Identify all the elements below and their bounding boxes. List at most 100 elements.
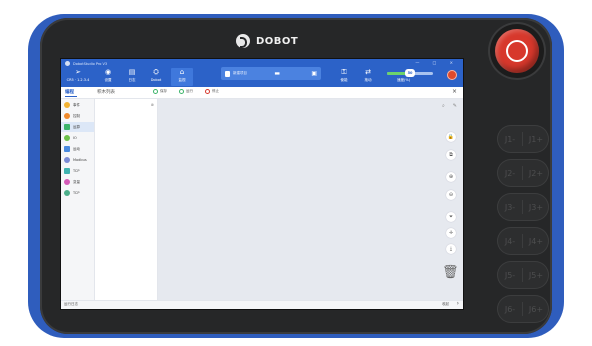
jog-plus-key[interactable]: J4+ <box>523 227 549 255</box>
alarm-icon[interactable] <box>447 70 457 80</box>
block-category-list: 事件 控制 运算 IO 运动 Modbus TCP 变量 TCP <box>61 99 95 300</box>
jog-minus-key[interactable]: J5- <box>497 261 523 289</box>
search-icon[interactable]: ⌕ <box>442 103 445 109</box>
tcp-icon <box>64 168 70 174</box>
document-icon <box>225 70 230 77</box>
connection-button[interactable]: ➢ CR5 · 1.2.3.4 <box>63 68 93 86</box>
motion-icon <box>64 146 70 152</box>
toolbar-item-settings[interactable]: ◉ 设置 <box>97 68 119 86</box>
toolbar-label: Dobot <box>150 78 162 82</box>
jog-minus-key[interactable]: J4- <box>497 227 523 255</box>
program-canvas[interactable]: ⌕ ✎ 🔒 ⧉ ⊕ ⊖ ⏷ ✛ ⤓ 🗑 <box>158 99 463 300</box>
brand-logo: DOBOT <box>236 32 298 50</box>
center-icon[interactable]: ✛ <box>446 228 456 238</box>
collapse-log-button[interactable]: 收起 <box>442 302 449 307</box>
jog-key-pair: J1- J1+ <box>497 125 549 153</box>
jog-key-pair: J4- J4+ <box>497 227 549 255</box>
save-action[interactable]: 保存 <box>153 89 167 94</box>
category-label: 控制 <box>73 113 80 118</box>
tcp-icon <box>64 190 70 196</box>
jog-key-pair: J5- J5+ <box>497 261 549 289</box>
tab-blocks-list[interactable]: 积木列表 <box>97 89 115 95</box>
category-io[interactable]: IO <box>61 133 94 143</box>
close-icon[interactable]: × <box>452 88 457 95</box>
jog-plus-key[interactable]: J2+ <box>523 159 549 187</box>
jog-minus-key[interactable]: J1- <box>497 125 523 153</box>
category-modbus[interactable]: Modbus <box>61 155 94 165</box>
collapse-icon[interactable]: ⊗ <box>151 102 154 107</box>
toolbar-label: 监视 <box>178 78 186 82</box>
speed-slider[interactable]: 50 速度(%) <box>387 69 433 82</box>
stop-label: 停止 <box>212 89 219 93</box>
log-icon: ▤ <box>128 68 136 76</box>
download-icon[interactable]: ⤓ <box>446 244 456 254</box>
run-action[interactable]: 运行 <box>179 89 193 94</box>
save-icon <box>153 89 158 94</box>
category-label: Modbus <box>73 158 87 162</box>
brand-name: DOBOT <box>256 35 299 47</box>
category-label: 变量 <box>73 179 80 184</box>
category-operator[interactable]: 运算 <box>61 122 94 132</box>
tab-row: 编程 积木列表 保存 运行 停止 × <box>61 87 463 99</box>
io-icon <box>64 135 70 141</box>
jog-plus-key[interactable]: J6+ <box>523 295 549 323</box>
project-selector[interactable]: 新建项目 ▬ ▣ <box>221 67 321 80</box>
trash-icon[interactable]: 🗑 <box>442 266 459 280</box>
jog-plus-key[interactable]: J3+ <box>523 193 549 221</box>
folder-icon[interactable]: ▬ <box>274 70 280 77</box>
connection-label: CR5 · 1.2.3.4 <box>66 78 90 82</box>
app-title-bar: DobotStudio Pro V3 <box>65 61 107 66</box>
jog-plus-key[interactable]: J5+ <box>523 261 549 289</box>
window-controls[interactable]: — □ × <box>415 60 459 65</box>
jog-minus-key[interactable]: J3- <box>497 193 523 221</box>
category-control[interactable]: 控制 <box>61 111 94 121</box>
pendant-photo: • • • • DOBOT DobotStudio Pro V3 — □ × ➢… <box>0 0 592 346</box>
toolbar-item-enable[interactable]: ⚿ 使能 <box>333 68 355 86</box>
category-variable[interactable]: 变量 <box>61 177 94 187</box>
project-name: 新建项目 <box>233 71 247 75</box>
category-tcp[interactable]: TCP <box>61 166 94 176</box>
toolbar-item-dobot[interactable]: ⛭ Dobot <box>145 68 167 86</box>
jog-minus-key[interactable]: J6- <box>497 295 523 323</box>
run-log-label[interactable]: 运行日志 <box>64 302 78 307</box>
operator-icon <box>64 124 70 130</box>
stop-action[interactable]: 停止 <box>205 89 219 94</box>
zoom-out-icon[interactable]: ⊖ <box>446 190 456 200</box>
copy-icon[interactable]: ⧉ <box>446 150 456 160</box>
lock-icon[interactable]: 🔒 <box>446 132 456 142</box>
edit-icon[interactable]: ✎ <box>453 103 457 109</box>
jog-plus-key[interactable]: J1+ <box>523 125 549 153</box>
enable-icon: ⚿ <box>341 68 347 76</box>
filter-icon[interactable]: ⏷ <box>446 212 456 222</box>
toolbar-label: 日志 <box>128 78 136 82</box>
toolbar-label: 设置 <box>104 78 112 82</box>
category-tcp-2[interactable]: TCP <box>61 188 94 198</box>
tab-programming[interactable]: 编程 <box>65 89 74 95</box>
toolbar-item-monitor[interactable]: ⌂ 监视 <box>171 68 193 86</box>
stop-icon <box>205 89 210 94</box>
app-title: DobotStudio Pro V3 <box>73 61 108 66</box>
settings-icon: ◉ <box>104 68 112 76</box>
zoom-in-icon[interactable]: ⊕ <box>446 172 456 182</box>
toolbar-item-log[interactable]: ▤ 日志 <box>121 68 143 86</box>
jog-key-pair: J3- J3+ <box>497 193 549 221</box>
category-motion[interactable]: 运动 <box>61 144 94 154</box>
speed-knob[interactable]: 50 <box>405 69 415 77</box>
chevron-right-icon[interactable]: › <box>457 300 459 307</box>
dobot-logo-icon <box>236 34 250 48</box>
log-bar: 运行日志 收起 › <box>61 300 463 309</box>
speed-label: 速度(%) <box>397 78 411 82</box>
blocks-panel: ⊗ <box>95 99 158 300</box>
jog-minus-key[interactable]: J2- <box>497 159 523 187</box>
toolbar-item-drag[interactable]: ⇄ 拖动 <box>357 68 379 86</box>
app-toolbar: DobotStudio Pro V3 — □ × ➢ CR5 · 1.2.3.4… <box>61 59 463 87</box>
app-icon <box>65 61 70 66</box>
toolbar-label: 拖动 <box>364 78 372 82</box>
touch-screen: DobotStudio Pro V3 — □ × ➢ CR5 · 1.2.3.4… <box>60 58 464 310</box>
emergency-stop-button[interactable] <box>490 24 544 78</box>
category-event[interactable]: 事件 <box>61 100 94 110</box>
save-icon[interactable]: ▣ <box>311 70 317 77</box>
toolbar-label: 使能 <box>340 78 348 82</box>
category-label: TCP <box>73 191 80 195</box>
canvas-top-tools: ⌕ ✎ <box>442 103 457 109</box>
